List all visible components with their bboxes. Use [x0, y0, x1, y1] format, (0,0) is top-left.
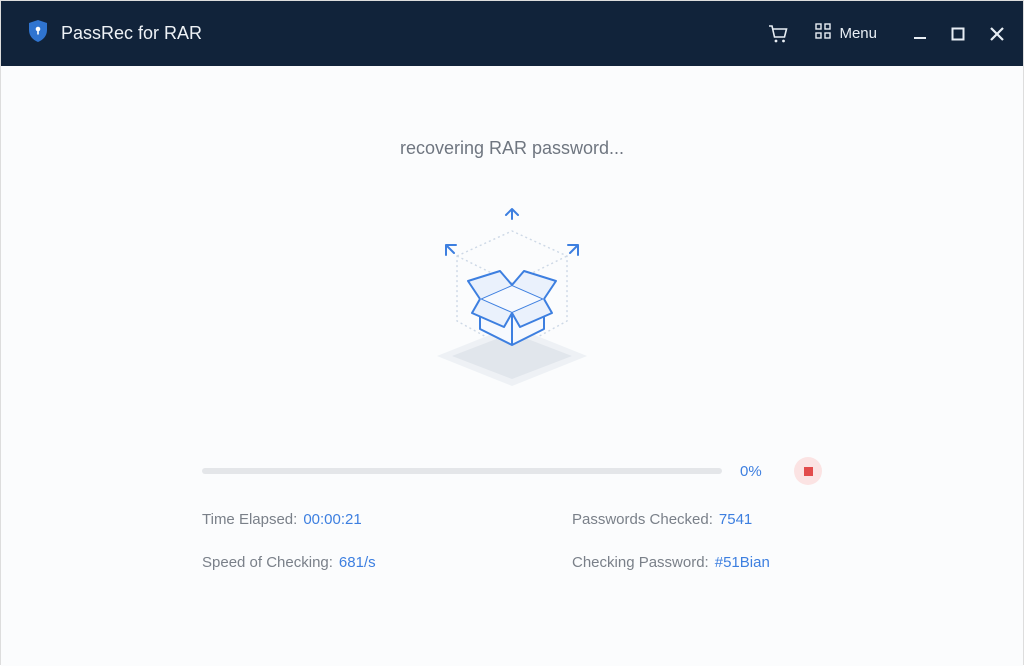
content-area: recovering RAR password...: [1, 66, 1023, 666]
minimize-button[interactable]: [913, 27, 927, 41]
app-shield-icon: [27, 19, 49, 48]
titlebar-right: Menu: [767, 23, 1005, 44]
stop-button[interactable]: [794, 457, 822, 485]
progress-row: 0%: [202, 457, 822, 485]
titlebar-left: PassRec for RAR: [27, 19, 202, 48]
stat-value: 00:00:21: [303, 511, 361, 528]
stat-value: #51Bian: [715, 554, 770, 571]
maximize-button[interactable]: [951, 27, 965, 41]
stats-grid: Time Elapsed: 00:00:21 Passwords Checked…: [202, 511, 822, 571]
menu-button[interactable]: Menu: [815, 23, 877, 44]
stat-value: 7541: [719, 511, 752, 528]
menu-grid-icon: [815, 23, 831, 44]
stat-passwords-checked: Passwords Checked: 7541: [532, 511, 822, 528]
stat-label: Passwords Checked:: [572, 511, 713, 528]
illustration: [1, 201, 1023, 411]
stat-time-elapsed: Time Elapsed: 00:00:21: [202, 511, 492, 528]
progress-bar: [202, 468, 722, 474]
app-title: PassRec for RAR: [61, 23, 202, 44]
stat-value: 681/s: [339, 554, 376, 571]
stat-checking-password: Checking Password: #51Bian: [532, 554, 822, 571]
window-controls: [913, 26, 1005, 42]
cart-icon[interactable]: [767, 24, 789, 44]
stat-label: Checking Password:: [572, 554, 709, 571]
progress-percent: 0%: [740, 463, 774, 480]
close-button[interactable]: [989, 26, 1005, 42]
stat-label: Speed of Checking:: [202, 554, 333, 571]
stat-speed: Speed of Checking: 681/s: [202, 554, 492, 571]
stop-icon: [804, 467, 813, 476]
stat-label: Time Elapsed:: [202, 511, 297, 528]
titlebar: PassRec for RAR Menu: [1, 1, 1023, 66]
status-text: recovering RAR password...: [1, 138, 1023, 159]
progress-area: 0% Time Elapsed: 00:00:21 Passwords Chec…: [202, 457, 822, 571]
menu-label: Menu: [839, 25, 877, 42]
